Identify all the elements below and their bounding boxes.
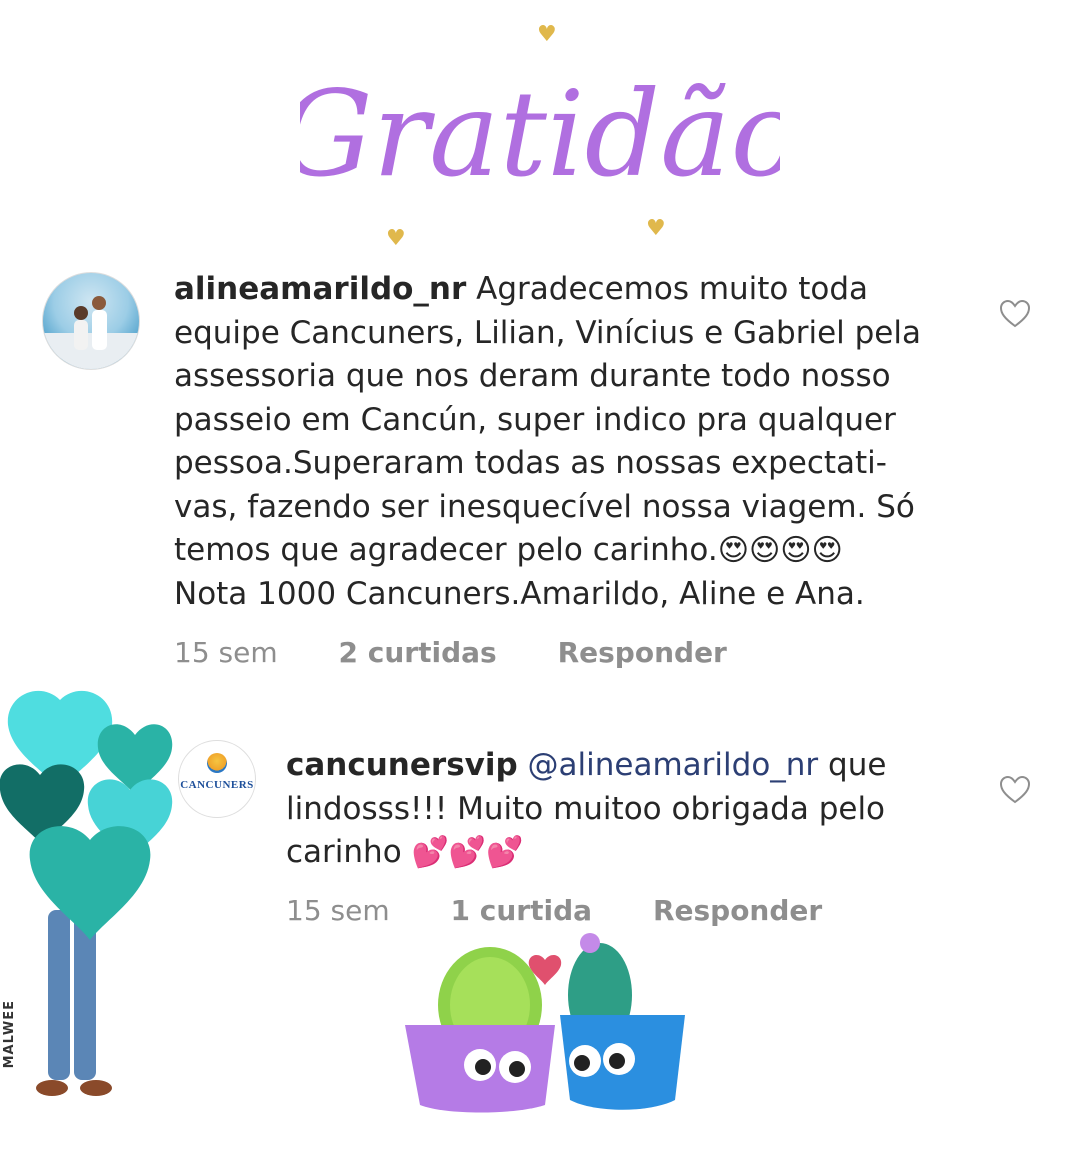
likes-count-button[interactable]: 2 curtidas: [339, 636, 497, 669]
heart-outline-icon[interactable]: [1000, 300, 1030, 328]
gratidao-lettering: Gratidão: [278, 65, 801, 203]
small-heart-icon: ♥: [386, 226, 406, 251]
small-heart-icon: ♥: [646, 216, 666, 241]
cactus-couple-sticker: [405, 933, 685, 1113]
reply-time: 15 sem: [286, 894, 390, 927]
man-holding-hearts-illustration: [0, 690, 173, 1096]
two-hearts-emoji: 💕💕💕: [411, 835, 524, 870]
comment-line: Nota 1000 Cancuners.Amarildo, Aline e An…: [174, 575, 865, 612]
comment-time: 15 sem: [174, 636, 278, 669]
reply-button[interactable]: Responder: [558, 636, 727, 669]
comment-line: vas, fazendo ser inesquecível nossa viag…: [174, 488, 915, 525]
couple-photo-icon: [43, 296, 139, 369]
svg-text:Gratidão: Gratidão: [300, 65, 780, 203]
gratidao-title: Gratidão: [278, 40, 801, 250]
small-heart-icon: ♥: [537, 22, 557, 47]
user-avatar[interactable]: [42, 272, 140, 370]
reply-line: que: [828, 747, 887, 783]
comment-line: Agradecemos muito toda: [476, 271, 869, 307]
sun-logo-icon: [207, 753, 227, 773]
heart-eyes-emoji: 😍😍😍😍: [717, 533, 843, 568]
malwee-watermark: MALWEE: [2, 1000, 17, 1069]
comment-line: assessoria que nos deram durante todo no…: [174, 358, 891, 394]
reply-line: carinho: [286, 834, 402, 870]
comment-line: temos que agradecer pelo carinho.: [174, 532, 718, 568]
comment-line: equipe Cancuners, Lilian, Vinícius e Gab…: [174, 314, 921, 351]
comment-text: alineamarildo_nr Agradecemos muito toda …: [174, 268, 994, 616]
comment-meta: 15 sem 2 curtidas Responder: [174, 636, 779, 669]
reply-username[interactable]: cancunersvip: [286, 747, 518, 783]
comment-line: passeio em Cancún, super indico pra qual…: [174, 401, 896, 438]
comment-username[interactable]: alineamarildo_nr: [174, 271, 466, 307]
heart-outline-icon[interactable]: [1000, 776, 1030, 804]
reply-line: lindosss!!! Muito muitoo obrigada pelo: [286, 790, 886, 827]
comment-line: pessoa.Superaram todas as nossas expecta…: [174, 445, 887, 481]
mention-link[interactable]: @alineamarildo_nr: [528, 747, 819, 783]
reply-text: cancunersvip @alineamarildo_nr que lindo…: [286, 744, 986, 875]
